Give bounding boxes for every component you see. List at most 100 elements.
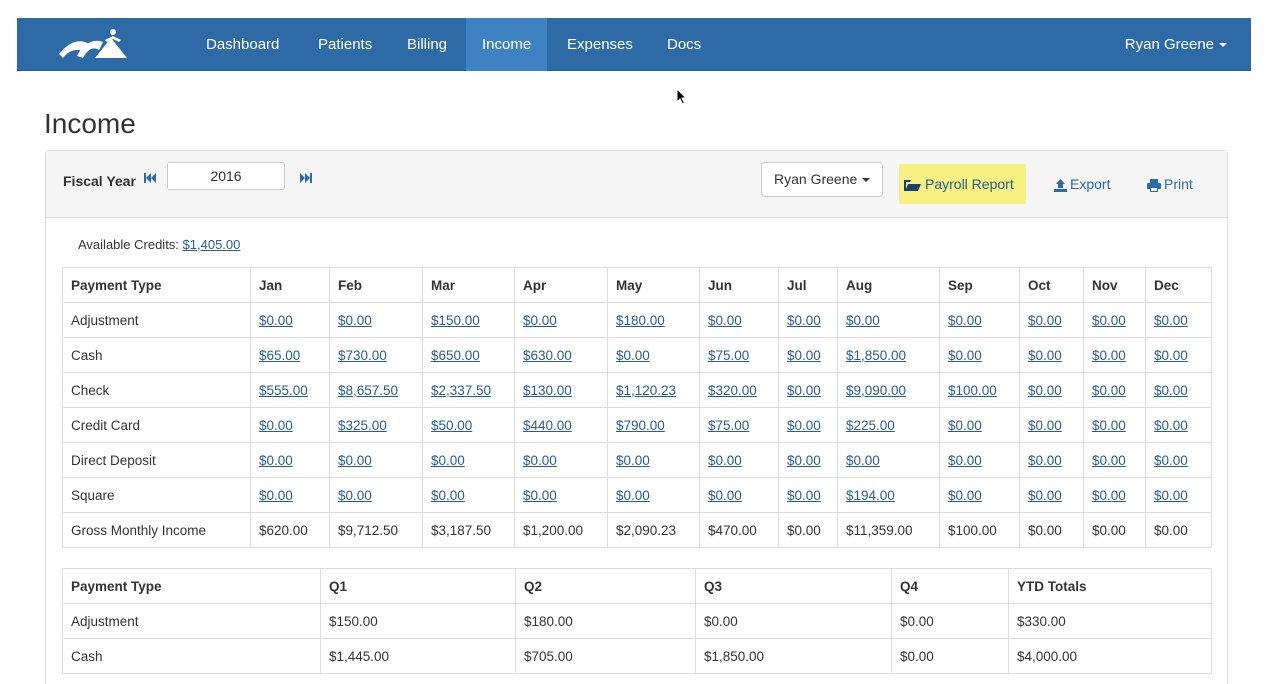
amount-link[interactable]: $8,657.50 xyxy=(338,383,398,398)
amount-link[interactable]: $65.00 xyxy=(259,348,300,363)
header-mar: Mar xyxy=(422,267,515,303)
amount-link[interactable]: $0.00 xyxy=(338,453,372,468)
amount-cell: $320.00 xyxy=(699,372,779,408)
amount-link[interactable]: $0.00 xyxy=(1092,383,1126,398)
amount-link[interactable]: $0.00 xyxy=(259,453,293,468)
previous-year-icon[interactable] xyxy=(144,171,157,186)
amount-link[interactable]: $325.00 xyxy=(338,418,387,433)
amount-link[interactable]: $0.00 xyxy=(616,348,650,363)
amount-cell: $0.00 xyxy=(1083,477,1146,513)
amount-link[interactable]: $0.00 xyxy=(1028,418,1062,433)
amount-link[interactable]: $0.00 xyxy=(1154,418,1188,433)
user-menu[interactable]: Ryan Greene xyxy=(1125,18,1227,71)
logo-icon[interactable] xyxy=(55,24,135,64)
amount-link[interactable]: $0.00 xyxy=(616,453,650,468)
amount-link[interactable]: $0.00 xyxy=(787,453,821,468)
amount-link[interactable]: $790.00 xyxy=(616,418,665,433)
amount-link[interactable]: $0.00 xyxy=(948,348,982,363)
amount-link[interactable]: $0.00 xyxy=(948,313,982,328)
amount-link[interactable]: $0.00 xyxy=(1028,348,1062,363)
export-button[interactable]: Export xyxy=(1054,164,1110,204)
amount-link[interactable]: $75.00 xyxy=(708,418,749,433)
nav-docs[interactable]: Docs xyxy=(651,18,717,71)
amount-link[interactable]: $0.00 xyxy=(1028,453,1062,468)
amount-link[interactable]: $0.00 xyxy=(259,488,293,503)
amount-link[interactable]: $0.00 xyxy=(708,313,742,328)
amount-link[interactable]: $650.00 xyxy=(431,348,480,363)
amount-link[interactable]: $150.00 xyxy=(431,313,480,328)
amount-link[interactable]: $0.00 xyxy=(259,313,293,328)
amount-link[interactable]: $130.00 xyxy=(523,383,572,398)
amount-link[interactable]: $555.00 xyxy=(259,383,308,398)
amount-cell: $730.00 xyxy=(329,337,423,373)
amount-link[interactable]: $0.00 xyxy=(708,488,742,503)
amount-link[interactable]: $0.00 xyxy=(259,418,293,433)
amount-link[interactable]: $0.00 xyxy=(1028,383,1062,398)
amount-link[interactable]: $0.00 xyxy=(708,453,742,468)
amount-link[interactable]: $0.00 xyxy=(948,453,982,468)
payroll-report-button[interactable]: Payroll Report xyxy=(899,164,1026,204)
nav-billing[interactable]: Billing xyxy=(391,18,463,71)
amount-link[interactable]: $225.00 xyxy=(846,418,895,433)
amount-link[interactable]: $0.00 xyxy=(1092,453,1126,468)
amount-link[interactable]: $0.00 xyxy=(1154,313,1188,328)
amount-link[interactable]: $0.00 xyxy=(523,453,557,468)
amount-link[interactable]: $1,850.00 xyxy=(846,348,906,363)
amount-link[interactable]: $0.00 xyxy=(616,488,650,503)
next-year-icon[interactable] xyxy=(299,171,312,186)
amount-link[interactable]: $1,120.23 xyxy=(616,383,676,398)
amount-link[interactable]: $2,337.50 xyxy=(431,383,491,398)
amount-cell: $0.00 xyxy=(514,302,608,338)
amount-link[interactable]: $0.00 xyxy=(846,453,880,468)
amount-link[interactable]: $320.00 xyxy=(708,383,757,398)
print-button[interactable]: Print xyxy=(1147,164,1193,204)
table-row: Cash $1,445.00 $705.00 $1,850.00 $0.00 $4,000… xyxy=(62,638,1212,674)
amount-link[interactable]: $630.00 xyxy=(523,348,572,363)
amount-link[interactable]: $0.00 xyxy=(523,313,557,328)
amount-link[interactable]: $0.00 xyxy=(1092,488,1126,503)
amount-link[interactable]: $0.00 xyxy=(787,418,821,433)
amount-link[interactable]: $0.00 xyxy=(948,418,982,433)
amount-link[interactable]: $0.00 xyxy=(1092,418,1126,433)
amount-link[interactable]: $194.00 xyxy=(846,488,895,503)
amount-link[interactable]: $0.00 xyxy=(431,488,465,503)
user-select-button[interactable]: Ryan Greene xyxy=(761,162,884,197)
nav-income[interactable]: Income xyxy=(466,18,548,71)
amount-link[interactable]: $0.00 xyxy=(338,313,372,328)
nav-patients[interactable]: Patients xyxy=(302,18,388,71)
amount-cell: $8,657.50 xyxy=(329,372,423,408)
amount-link[interactable]: $0.00 xyxy=(1092,313,1126,328)
amount-link[interactable]: $0.00 xyxy=(1154,348,1188,363)
amount-link[interactable]: $75.00 xyxy=(708,348,749,363)
amount-link[interactable]: $0.00 xyxy=(1092,348,1126,363)
amount-link[interactable]: $0.00 xyxy=(1154,453,1188,468)
amount-link[interactable]: $0.00 xyxy=(787,313,821,328)
nav-dashboard[interactable]: Dashboard xyxy=(190,18,295,71)
amount-link[interactable]: $0.00 xyxy=(1154,488,1188,503)
amount-link[interactable]: $180.00 xyxy=(616,313,665,328)
amount-cell: $0.00 xyxy=(939,302,1020,338)
amount-link[interactable]: $0.00 xyxy=(1028,488,1062,503)
amount-cell: $0.00 xyxy=(1145,442,1212,478)
nav-expenses[interactable]: Expenses xyxy=(551,18,649,71)
amount-link[interactable]: $50.00 xyxy=(431,418,472,433)
amount-link[interactable]: $0.00 xyxy=(338,488,372,503)
amount-link[interactable]: $9,090.00 xyxy=(846,383,906,398)
amount-link[interactable]: $0.00 xyxy=(787,348,821,363)
amount-cell: $0.00 xyxy=(939,477,1020,513)
amount-link[interactable]: $0.00 xyxy=(787,383,821,398)
amount-link[interactable]: $0.00 xyxy=(523,488,557,503)
amount-cell: $65.00 xyxy=(250,337,330,373)
amount-link[interactable]: $0.00 xyxy=(948,488,982,503)
amount-link[interactable]: $440.00 xyxy=(523,418,572,433)
header-nov: Nov xyxy=(1083,267,1146,303)
amount-link[interactable]: $0.00 xyxy=(787,488,821,503)
amount-link[interactable]: $0.00 xyxy=(1154,383,1188,398)
amount-link[interactable]: $0.00 xyxy=(1028,313,1062,328)
amount-link[interactable]: $0.00 xyxy=(431,453,465,468)
fiscal-year-input[interactable] xyxy=(167,162,285,190)
amount-link[interactable]: $100.00 xyxy=(948,383,997,398)
amount-link[interactable]: $0.00 xyxy=(846,313,880,328)
amount-link[interactable]: $730.00 xyxy=(338,348,387,363)
available-credits-value[interactable]: $1,405.00 xyxy=(183,237,241,252)
